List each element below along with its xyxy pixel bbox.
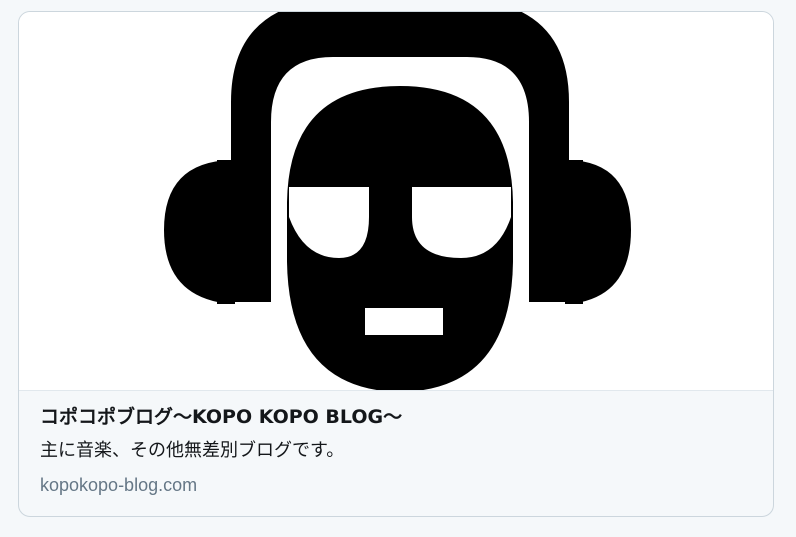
headphones-face-logo-icon [164,12,631,390]
mouth [365,308,443,335]
card-description: 主に音楽、その他無差別ブログです。 [40,440,345,461]
link-preview-card[interactable]: コポコポブログ〜KOPO KOPO BLOG〜 主に音楽、その他無差別ブログです… [18,11,774,517]
right-ear-band [565,160,583,304]
card-title[interactable]: コポコポブログ〜KOPO KOPO BLOG〜 [40,405,752,429]
left-ear-band [217,160,235,304]
card-body: コポコポブログ〜KOPO KOPO BLOG〜 主に音楽、その他無差別ブログです… [19,391,773,497]
card-domain[interactable]: kopokopo-blog.com [40,473,752,497]
card-image[interactable] [19,12,773,391]
